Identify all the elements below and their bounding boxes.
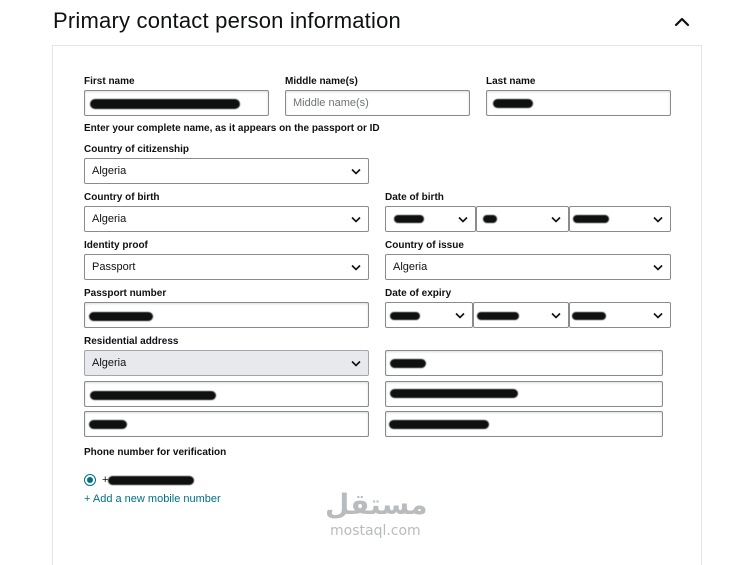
issue-country-select[interactable]: Algeria <box>385 254 671 280</box>
last-name-field[interactable] <box>486 90 671 116</box>
address-label: Residential address <box>84 336 179 347</box>
chevron-down-icon <box>653 216 663 223</box>
redacted-address-postal <box>389 420 489 429</box>
section-title: Primary contact person information <box>53 8 401 33</box>
address-line-field[interactable] <box>385 350 663 376</box>
chevron-down-icon <box>653 264 663 271</box>
identity-proof-value: Passport <box>92 261 136 273</box>
redacted-last-name <box>493 99 533 108</box>
redacted-address-district <box>390 389 518 398</box>
chevron-down-icon <box>551 216 561 223</box>
redacted-passport-number <box>89 312 153 321</box>
issue-country-value: Algeria <box>393 261 428 273</box>
birth-country-select[interactable]: Algeria <box>84 206 369 232</box>
issue-country-label: Country of issue <box>385 240 464 251</box>
phone-radio[interactable] <box>84 474 96 486</box>
chevron-down-icon <box>351 264 361 271</box>
address-street-field[interactable] <box>84 381 369 407</box>
chevron-down-icon <box>653 312 663 319</box>
address-city-field[interactable] <box>84 411 369 437</box>
citizenship-select[interactable]: Algeria <box>84 158 369 184</box>
chevron-down-icon <box>351 216 361 223</box>
passport-number-label: Passport number <box>84 288 167 299</box>
last-name-label: Last name <box>486 76 536 87</box>
middle-name-input[interactable] <box>286 91 469 115</box>
redacted-expiry-year <box>572 312 606 320</box>
redacted-phone-number <box>108 476 194 485</box>
redacted-address-street <box>90 391 216 400</box>
middle-name-label: Middle name(s) <box>285 76 358 87</box>
birth-country-value: Algeria <box>92 213 127 225</box>
first-name-label: First name <box>84 76 135 87</box>
middle-name-field[interactable] <box>285 90 470 116</box>
dob-year-select[interactable] <box>569 206 671 232</box>
redacted-address-city <box>89 420 127 429</box>
watermark-url: mostaql.com <box>330 523 421 539</box>
chevron-down-icon <box>458 216 468 223</box>
redacted-dob-month <box>483 215 497 223</box>
expiry-month-select[interactable] <box>473 302 569 328</box>
address-district-field[interactable] <box>385 381 663 407</box>
redacted-expiry-month <box>477 312 519 320</box>
chevron-down-icon <box>351 360 361 367</box>
dob-label: Date of birth <box>385 192 444 203</box>
watermark-logo: مستقل <box>325 488 428 521</box>
chevron-down-icon <box>455 312 465 319</box>
chevron-down-icon <box>551 312 561 319</box>
phone-label: Phone number for verification <box>84 447 227 458</box>
dob-month-select[interactable] <box>476 206 569 232</box>
dob-day-select[interactable] <box>385 206 476 232</box>
redacted-first-name <box>90 99 240 109</box>
expiry-day-select[interactable] <box>385 302 473 328</box>
citizenship-value: Algeria <box>92 165 127 177</box>
first-name-field[interactable] <box>84 90 269 116</box>
birth-country-label: Country of birth <box>84 192 160 203</box>
address-postal-field[interactable] <box>385 411 663 437</box>
address-country-select: Algeria <box>84 350 369 376</box>
name-hint: Enter your complete name, as it appears … <box>84 123 380 134</box>
chevron-down-icon <box>351 168 361 175</box>
address-country-value: Algeria <box>92 357 127 369</box>
chevron-up-icon[interactable] <box>674 16 690 28</box>
redacted-dob-year <box>573 215 609 223</box>
add-mobile-number-link[interactable]: + Add a new mobile number <box>84 493 221 505</box>
identity-proof-label: Identity proof <box>84 240 148 251</box>
redacted-dob-day <box>394 215 424 223</box>
redacted-expiry-day <box>390 312 420 320</box>
redacted-address-line <box>390 359 426 368</box>
passport-number-field[interactable] <box>84 302 369 328</box>
expiry-year-select[interactable] <box>569 302 671 328</box>
citizenship-label: Country of citizenship <box>84 144 189 155</box>
identity-proof-select[interactable]: Passport <box>84 254 369 280</box>
expiry-label: Date of expiry <box>385 288 452 299</box>
